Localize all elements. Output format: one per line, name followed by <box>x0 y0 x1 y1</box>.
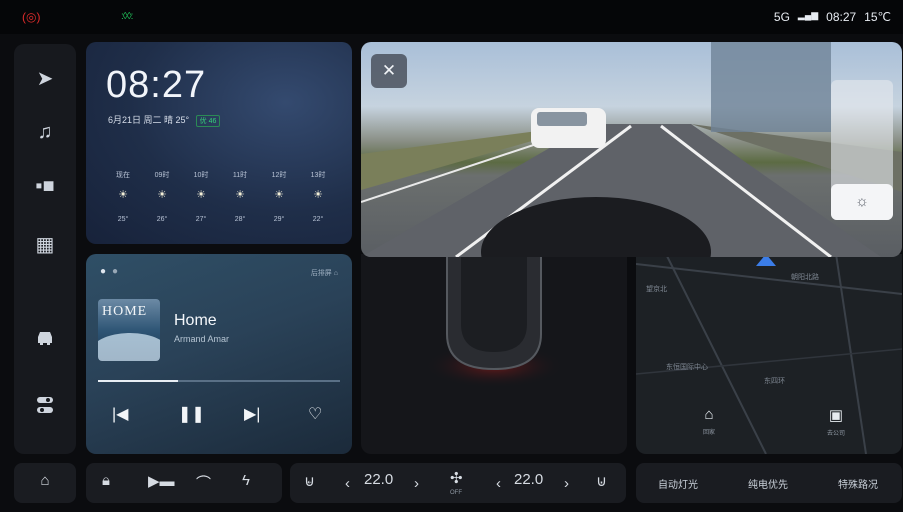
right-temp-up-button[interactable]: › <box>564 475 569 492</box>
bluetooth-icon[interactable]: ● <box>112 266 118 277</box>
go-company-label: 去公司 <box>826 431 845 437</box>
dock-vehicle-controls: 🔒︎ ▶▬ ⌒ ϟ <box>86 463 282 503</box>
aqi-badge: 优 46 <box>195 115 221 127</box>
camera-view: ✕ ☼ <box>361 42 902 257</box>
outside-temperature: 15℃ <box>864 10 891 24</box>
sunny-icon: ☀ <box>157 189 167 201</box>
lock-icon[interactable]: 🔒︎ <box>102 472 110 489</box>
car-icon[interactable] <box>14 329 76 352</box>
car-silhouette <box>424 254 564 388</box>
dock-climate: ⊌ ‹ 22.0 › ✣ OFF ‹ 22.0 › ⊍ <box>290 463 626 503</box>
road-label: 朝阳北路 <box>791 274 819 281</box>
left-temp-down-button[interactable]: ‹ <box>345 475 350 492</box>
go-home-label: 回家 <box>702 430 715 436</box>
hour-temp: 29° <box>273 216 285 223</box>
sunny-icon: ☀ <box>196 189 206 201</box>
hour-temp: 25° <box>117 216 129 223</box>
weather-clock: 08:27 <box>106 64 207 106</box>
car-mode-icon[interactable]: ▶▬ <box>148 472 175 490</box>
weather-date: 6月21日 周二 晴 25° 优 46 <box>108 113 221 127</box>
poi-label: 东恒国际中心 <box>666 364 708 371</box>
go-home-button[interactable]: ⌂ 回家 <box>691 406 727 436</box>
seat-heat-right-icon[interactable]: ⊍ <box>596 472 607 490</box>
fan-state: OFF <box>450 490 462 496</box>
left-nav-rail: ➤ ♫ ▪■ ▦ <box>14 44 76 454</box>
album-cover: HOME <box>98 299 160 361</box>
hour-temp: 27° <box>195 216 207 223</box>
car-top-view <box>361 254 627 454</box>
signal-indicator: 5G <box>773 10 790 24</box>
sunny-icon: ☀ <box>313 189 323 201</box>
map-roads <box>636 254 902 454</box>
hour-temp: 26° <box>156 216 168 223</box>
road-label: 东四环 <box>764 378 785 385</box>
album-cover-text: HOME <box>102 304 148 319</box>
right-temperature-value: 22.0 <box>514 471 544 488</box>
status-bar: (◎) :◊◊: 5G ▂▄▆ 08:27 15℃ <box>0 0 903 34</box>
previous-track-icon[interactable]: |◀ <box>112 404 128 424</box>
progress-fill <box>98 380 178 382</box>
pause-icon[interactable]: ❚❚ <box>178 404 205 424</box>
fan-icon[interactable]: ✣ <box>450 469 463 487</box>
wiper-icon[interactable]: ⌒ <box>196 472 211 493</box>
hour-label: 12时 <box>271 172 287 179</box>
favorite-heart-icon[interactable]: ♡ <box>308 404 322 424</box>
power-priority-button[interactable]: 纯电优先 <box>730 476 806 491</box>
seat-heat-left-icon[interactable]: ⊌ <box>304 472 315 490</box>
weather-date-text: 6月21日 周二 晴 25° <box>108 115 190 125</box>
briefcase-icon: ▣ <box>828 407 844 424</box>
hour-temp: 28° <box>234 216 246 223</box>
right-temperature[interactable]: 22.0 <box>514 471 543 488</box>
hour-labels: 现在 09时 10时 11时 12时 13时 <box>108 170 333 180</box>
next-track-icon[interactable]: ▶| <box>244 404 260 424</box>
weather-card[interactable]: 08:27 6月21日 周二 晴 25° 优 46 现在 09时 10时 11时… <box>86 42 352 244</box>
sunny-icon: ☀ <box>274 189 284 201</box>
rear-screen-button[interactable]: 后排屏 ⌂ <box>311 268 338 278</box>
sunny-icon: ☀ <box>235 189 245 201</box>
brightness-icon[interactable]: ☼ <box>831 184 893 220</box>
charging-bolt-icon[interactable]: ϟ <box>242 472 250 489</box>
dock-quick-actions: 自动灯光 纯电优先 特殊路况 <box>636 463 902 503</box>
track-title: Home <box>174 312 217 329</box>
progress-bar[interactable] <box>98 380 340 382</box>
music-note-icon[interactable]: ♫ <box>14 121 76 144</box>
left-temperature[interactable]: 22.0 <box>364 471 393 488</box>
hour-label: 现在 <box>116 172 130 179</box>
signal-bars-icon: ▂▄▆ <box>797 10 819 20</box>
road-label: 望京北 <box>646 286 667 293</box>
map-widget[interactable]: 朝阳北路 望京北 东四环 东恒国际中心 ⌂ 回家 ▣ 去公司 <box>636 254 902 454</box>
parking-lights-icon: :◊◊: <box>121 11 133 22</box>
sunny-icon: ☀ <box>118 189 128 201</box>
dock-home: ⌂ <box>14 463 76 503</box>
clock: 08:27 <box>826 10 857 24</box>
camera-icon[interactable]: ▪■ <box>14 175 76 198</box>
hour-temp: 22° <box>312 216 324 223</box>
album-cover-wave <box>98 333 160 361</box>
auto-light-button[interactable]: 自动灯光 <box>640 476 716 491</box>
left-temp-up-button[interactable]: › <box>414 475 419 492</box>
music-sources: ● ● <box>100 266 118 277</box>
go-company-button[interactable]: ▣ 去公司 <box>818 406 854 437</box>
special-road-button[interactable]: 特殊路况 <box>820 476 896 491</box>
left-temperature-value: 22.0 <box>364 471 394 488</box>
track-artist: Armand Amar <box>174 334 230 344</box>
hour-label: 10时 <box>193 172 209 179</box>
camera-scene <box>361 42 902 257</box>
settings-toggle-icon[interactable] <box>14 396 76 420</box>
home-icon: ⌂ <box>704 406 714 423</box>
close-camera-button[interactable]: ✕ <box>371 54 407 88</box>
navigation-icon[interactable]: ➤ <box>14 66 76 91</box>
hour-icons: ☀ ☀ ☀ ☀ ☀ ☀ <box>108 188 333 201</box>
hour-label: 13时 <box>310 172 326 179</box>
home-icon[interactable]: ⌂ <box>14 472 76 489</box>
hour-temps: 25° 26° 27° 28° 29° 22° <box>108 216 333 223</box>
tire-pressure-warning-icon: (◎) <box>22 10 41 24</box>
hour-label: 09时 <box>154 172 170 179</box>
right-temp-down-button[interactable]: ‹ <box>496 475 501 492</box>
app-icon[interactable]: ● <box>100 266 106 277</box>
hour-label: 11时 <box>232 172 248 179</box>
music-card[interactable]: ● ● 后排屏 ⌂ HOME Home Armand Amar |◀ ❚❚ ▶|… <box>86 254 352 454</box>
apps-grid-icon[interactable]: ▦ <box>14 232 76 257</box>
